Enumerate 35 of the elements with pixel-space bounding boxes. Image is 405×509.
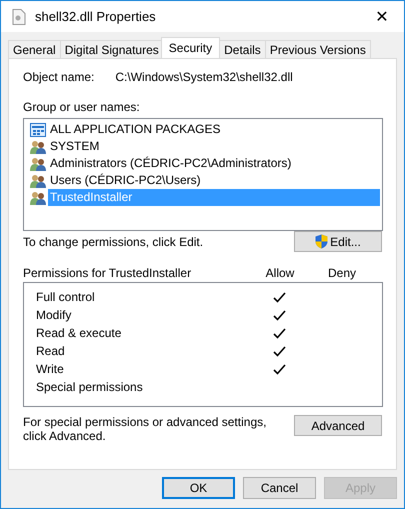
edit-hint: To change permissions, click Edit. — [23, 235, 204, 249]
group-list-label: Group or user names: — [23, 100, 141, 114]
advanced-button[interactable]: Advanced — [294, 415, 382, 436]
users-icon — [30, 140, 46, 154]
object-name-label: Object name: — [23, 70, 94, 84]
close-button[interactable]: ✕ — [360, 1, 404, 32]
group-list-item[interactable]: SYSTEM — [48, 138, 380, 155]
advanced-hint: For special permissions or advanced settings, click Advanced. — [23, 415, 268, 443]
tab[interactable]: Digital Signatures — [60, 40, 164, 58]
permission-name: Read — [35, 344, 66, 358]
dialog-button[interactable]: Cancel — [243, 477, 316, 499]
users-icon — [30, 156, 46, 170]
permission-name: Full control — [35, 290, 96, 304]
permission-name: Write — [35, 362, 65, 376]
file-icon — [12, 8, 26, 24]
users-icon — [30, 190, 46, 204]
tab[interactable]: Previous Versions — [264, 40, 371, 58]
column-header: Deny — [326, 266, 357, 280]
object-name-value: C:\Windows\System32\shell32.dll — [115, 70, 293, 84]
group-list-item[interactable]: Administrators (CÉDRIC-PC2\Administrators) — [48, 155, 380, 172]
tab[interactable]: General — [8, 40, 61, 58]
tab[interactable]: Security — [160, 37, 220, 58]
group-list-item[interactable]: Users (CÉDRIC-PC2\Users) — [48, 172, 380, 189]
window-title: shell32.dll Properties — [35, 9, 157, 24]
package-icon — [30, 122, 46, 136]
users-icon — [30, 174, 46, 188]
shield-icon — [315, 234, 328, 249]
permission-name: Read & execute — [35, 326, 122, 340]
column-header: Allow — [264, 266, 296, 280]
edit-button[interactable]: Edit... — [294, 231, 382, 252]
permission-name: Modify — [35, 308, 72, 322]
permission-name: Special permissions — [35, 380, 144, 394]
dialog-button[interactable]: OK — [162, 477, 235, 499]
group-list-item[interactable]: ALL APPLICATION PACKAGES — [48, 121, 380, 138]
permissions-label: Permissions for TrustedInstaller — [23, 266, 192, 280]
